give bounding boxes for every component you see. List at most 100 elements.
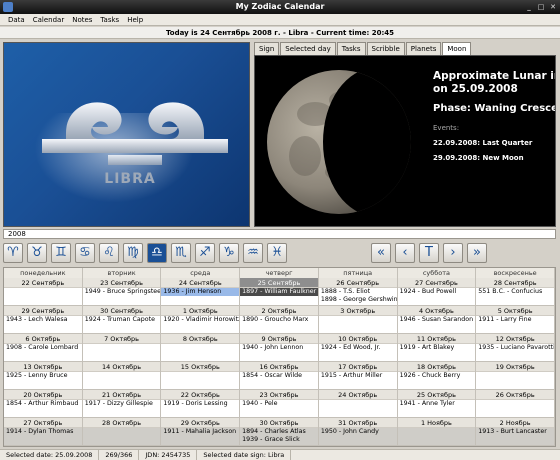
day-event[interactable]: 1939 - Grace Slick [240, 436, 318, 444]
minimize-icon[interactable]: _ [524, 2, 534, 12]
day-cell[interactable]: 25 Октябрь 1941 - Anne Tyler [397, 390, 477, 418]
day-cell[interactable]: 3 Октябрь [318, 306, 398, 334]
day-cell[interactable]: 4 Октябрь 1946 - Susan Sarandon [397, 306, 477, 334]
tab-scribble[interactable]: Scribble [366, 42, 405, 55]
day-event[interactable]: 551 B.C. - Confucius [476, 288, 554, 296]
menu-calendar[interactable]: Calendar [29, 14, 68, 25]
day-event[interactable]: 1898 - George Gershwin [319, 296, 397, 304]
day-cell[interactable]: 26 Сентябрь 1888 - T.S. Eliot 1898 - Georg… [318, 278, 398, 306]
day-event[interactable]: 1924 - Ed Wood, Jr. [319, 344, 397, 352]
day-event[interactable]: 1919 - Art Blakey [398, 344, 476, 352]
next-month-button[interactable]: › [443, 243, 463, 263]
maximize-icon[interactable]: □ [536, 2, 546, 12]
tab-selected-day[interactable]: Selected day [280, 42, 336, 55]
day-event[interactable]: 1908 - Carole Lombard [4, 344, 82, 352]
day-cell[interactable]: 8 Октябрь [161, 334, 241, 362]
libra-button[interactable]: ♎ [147, 243, 167, 263]
day-cell[interactable]: 20 Октябрь 1854 - Arthur Rimbaud [4, 390, 83, 418]
first-month-button[interactable]: « [371, 243, 391, 263]
day-event[interactable]: 1925 - Lenny Bruce [4, 372, 82, 380]
day-cell[interactable]: 18 Октябрь 1926 - Chuck Berry [397, 362, 477, 390]
day-cell[interactable]: 24 Сентябрь 1936 - Jim Henson [161, 278, 241, 306]
day-cell[interactable]: 13 Октябрь 1925 - Lenny Bruce [4, 362, 83, 390]
day-cell[interactable]: 7 Октябрь [82, 334, 162, 362]
taurus-button[interactable]: ♉ [27, 243, 47, 263]
day-event[interactable]: 1920 - Vladimir Horowitz [161, 316, 239, 324]
day-cell[interactable]: 1 Октябрь 1920 - Vladimir Horowitz [161, 306, 241, 334]
day-event[interactable]: 1941 - Anne Tyler [398, 400, 476, 408]
day-event[interactable]: 1854 - Arthur Rimbaud [4, 400, 82, 408]
today-button[interactable]: T [419, 243, 439, 263]
day-cell[interactable]: 5 Октябрь 1911 - Larry Fine [476, 306, 555, 334]
day-cell[interactable]: 31 Октябрь 1950 - John Candy [318, 418, 398, 446]
tab-tasks[interactable]: Tasks [336, 42, 366, 55]
cancer-button[interactable]: ♋ [75, 243, 95, 263]
last-month-button[interactable]: » [467, 243, 487, 263]
day-cell[interactable]: 28 Сентябрь 551 B.C. - Confucius [476, 278, 555, 306]
day-event[interactable]: 1911 - Larry Fine [476, 316, 554, 324]
day-event[interactable]: 1913 - Burt Lancaster [476, 428, 554, 436]
day-event[interactable]: 1890 - Groucho Marx [240, 316, 318, 324]
day-cell[interactable]: 21 Октябрь 1917 - Dizzy Gillespie [82, 390, 162, 418]
day-cell[interactable]: 25 Сентябрь 1897 - William Faulkner [240, 278, 319, 306]
day-cell[interactable]: 2 Ноябрь 1913 - Burt Lancaster [476, 418, 555, 446]
day-event[interactable]: 1854 - Oscar Wilde [240, 372, 318, 380]
menu-help[interactable]: Help [123, 14, 147, 25]
tab-sign[interactable]: Sign [254, 42, 280, 55]
menu-data[interactable]: Data [4, 14, 29, 25]
day-cell[interactable]: 9 Октябрь 1940 - John Lennon [240, 334, 319, 362]
day-event[interactable]: 1917 - Dizzy Gillespie [83, 400, 161, 408]
day-event[interactable]: 1924 - Truman Capote [83, 316, 161, 324]
day-cell[interactable]: 22 Сентябрь [4, 278, 83, 306]
aries-button[interactable]: ♈ [3, 243, 23, 263]
tab-moon[interactable]: Moon [442, 42, 472, 55]
day-cell[interactable]: 24 Октябрь [318, 390, 398, 418]
day-cell[interactable]: 6 Октябрь 1908 - Carole Lombard [4, 334, 83, 362]
day-event[interactable]: 1940 - Pele [240, 400, 318, 408]
day-event[interactable]: 1926 - Chuck Berry [398, 372, 476, 380]
day-event[interactable]: 1935 - Luciano Pavarotti [476, 344, 554, 352]
day-cell[interactable]: 30 Сентябрь 1924 - Truman Capote [82, 306, 162, 334]
day-cell[interactable]: 29 Сентябрь 1943 - Lech Walesa [4, 306, 83, 334]
day-event[interactable]: 1949 - Bruce Springsteen [83, 288, 161, 296]
day-event[interactable]: 1894 - Charles Atlas [240, 428, 318, 436]
day-cell[interactable]: 12 Октябрь 1935 - Luciano Pavarotti [476, 334, 555, 362]
day-cell[interactable]: 2 Октябрь 1890 - Groucho Marx [240, 306, 319, 334]
capricorn-button[interactable]: ♑ [219, 243, 239, 263]
day-cell[interactable]: 19 Октябрь [476, 362, 555, 390]
gemini-button[interactable]: ♊ [51, 243, 71, 263]
day-event[interactable]: 1950 - John Candy [319, 428, 397, 436]
menu-notes[interactable]: Notes [68, 14, 96, 25]
day-cell[interactable]: 29 Октябрь 1911 - Mahalia Jackson [161, 418, 241, 446]
day-event[interactable]: 1897 - William Faulkner [240, 288, 318, 296]
day-cell[interactable]: 27 Сентябрь 1924 - Bud Powell [397, 278, 477, 306]
scorpio-button[interactable]: ♏ [171, 243, 191, 263]
day-cell[interactable]: 22 Октябрь 1919 - Doris Lessing [161, 390, 241, 418]
day-event[interactable]: 1919 - Doris Lessing [161, 400, 239, 408]
day-event[interactable]: 1888 - T.S. Eliot [319, 288, 397, 296]
day-event[interactable]: 1914 - Dylan Thomas [4, 428, 82, 436]
day-cell[interactable]: 14 Октябрь [82, 362, 162, 390]
day-cell[interactable]: 30 Октябрь 1894 - Charles Atlas 1939 - Gra… [240, 418, 319, 446]
day-event[interactable]: 1943 - Lech Walesa [4, 316, 82, 324]
day-cell[interactable]: 17 Октябрь 1915 - Arthur Miller [318, 362, 398, 390]
close-icon[interactable]: ✕ [548, 2, 558, 12]
day-cell[interactable]: 11 Октябрь 1919 - Art Blakey [397, 334, 477, 362]
day-cell[interactable]: 16 Октябрь 1854 - Oscar Wilde [240, 362, 319, 390]
day-event[interactable]: 1936 - Jim Henson [161, 288, 240, 296]
day-event[interactable]: 1911 - Mahalia Jackson [161, 428, 239, 436]
previous-month-button[interactable]: ‹ [395, 243, 415, 263]
leo-button[interactable]: ♌ [99, 243, 119, 263]
day-cell[interactable]: 10 Октябрь 1924 - Ed Wood, Jr. [318, 334, 398, 362]
day-event[interactable]: 1940 - John Lennon [240, 344, 318, 352]
pisces-button[interactable]: ♓ [267, 243, 287, 263]
day-cell[interactable]: 23 Октябрь 1940 - Pele [240, 390, 319, 418]
day-event[interactable]: 1924 - Bud Powell [398, 288, 476, 296]
sagittarius-button[interactable]: ♐ [195, 243, 215, 263]
day-cell[interactable]: 15 Октябрь [161, 362, 241, 390]
day-cell[interactable]: 27 Октябрь 1914 - Dylan Thomas [4, 418, 83, 446]
day-event[interactable]: 1946 - Susan Sarandon [398, 316, 476, 324]
day-cell[interactable]: 23 Сентябрь 1949 - Bruce Springsteen [82, 278, 162, 306]
day-cell[interactable]: 1 Ноябрь [397, 418, 477, 446]
aquarius-button[interactable]: ♒ [243, 243, 263, 263]
